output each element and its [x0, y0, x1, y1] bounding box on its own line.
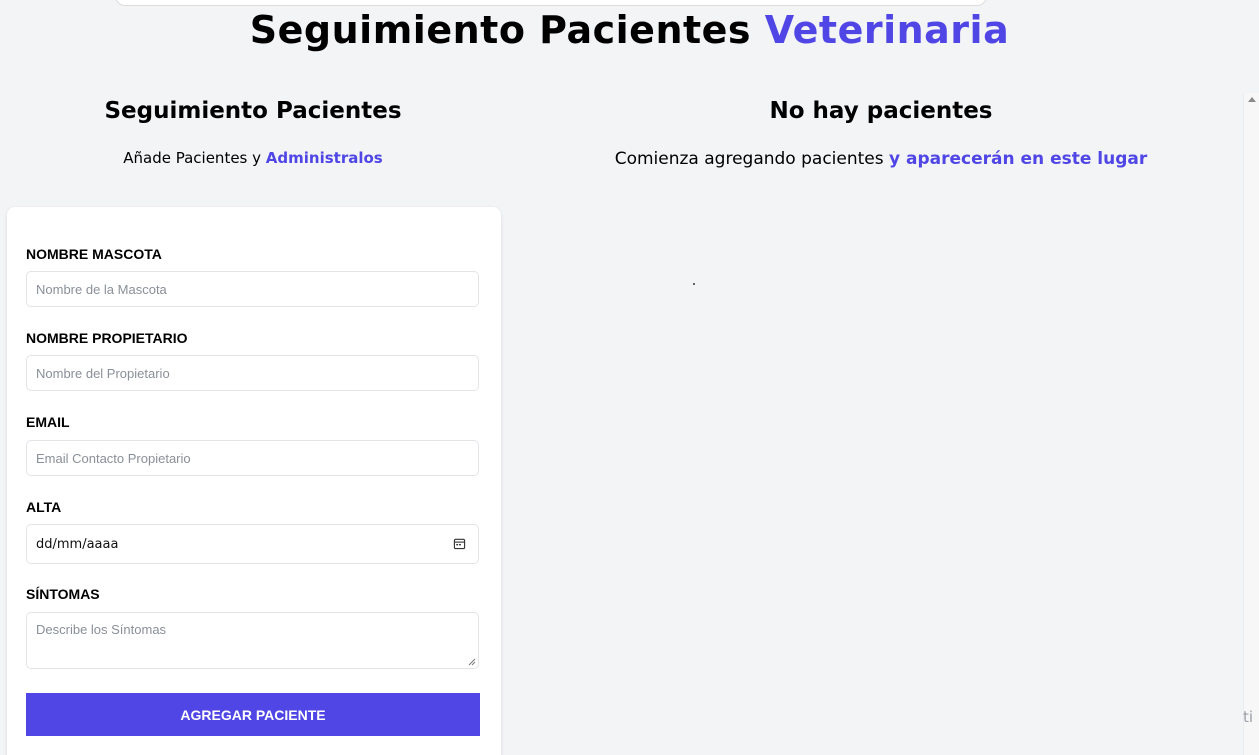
discharge-date-input[interactable]: dd/mm/aaaa	[26, 524, 479, 564]
resize-handle-icon[interactable]	[467, 657, 476, 666]
symptoms-label: SÍNTOMAS	[26, 586, 100, 602]
page-title-accent: Veterinaria	[764, 8, 1010, 52]
add-patient-button[interactable]: AGREGAR PACIENTE	[26, 693, 480, 736]
pet-name-label: NOMBRE MASCOTA	[26, 246, 162, 262]
email-input[interactable]	[26, 440, 479, 476]
scrollbar[interactable]	[1243, 93, 1259, 755]
edge-text-fragment: ti	[1243, 708, 1254, 726]
browser-bar-fragment	[115, 0, 987, 6]
list-section-title: No hay pacientes	[769, 98, 993, 124]
symptoms-textarea[interactable]	[26, 612, 479, 669]
discharge-label: ALTA	[26, 499, 62, 515]
form-section-title: Seguimiento Pacientes	[104, 98, 402, 124]
pet-name-input[interactable]	[26, 271, 479, 307]
discharge-date-value: dd/mm/aaaa	[36, 537, 119, 552]
form-section-subtitle: Añade Pacientes y Administralos	[0, 149, 506, 167]
email-label: EMAIL	[26, 414, 70, 430]
page: Seguimiento Pacientes Veterinaria Seguim…	[0, 0, 1259, 755]
dot-marker	[693, 283, 695, 285]
page-title-main: Seguimiento Pacientes	[249, 8, 752, 52]
patient-form: NOMBRE MASCOTA NOMBRE PROPIETARIO EMAIL …	[7, 207, 501, 755]
form-section-subtitle-plain: Añade Pacientes y	[123, 149, 262, 167]
form-section-subtitle-accent: Administralos	[265, 149, 383, 167]
owner-name-input[interactable]	[26, 355, 479, 391]
calendar-icon[interactable]	[453, 537, 466, 550]
list-section-subtitle-accent: y aparecerán en este lugar	[889, 149, 1148, 169]
list-section-subtitle-plain: Comienza agregando pacientes	[614, 149, 884, 169]
page-title: Seguimiento Pacientes Veterinaria	[0, 8, 1259, 52]
owner-name-label: NOMBRE PROPIETARIO	[26, 330, 188, 346]
list-section-subtitle: Comienza agregando pacientes y aparecerá…	[506, 149, 1256, 169]
scroll-up-icon[interactable]	[1248, 97, 1256, 102]
